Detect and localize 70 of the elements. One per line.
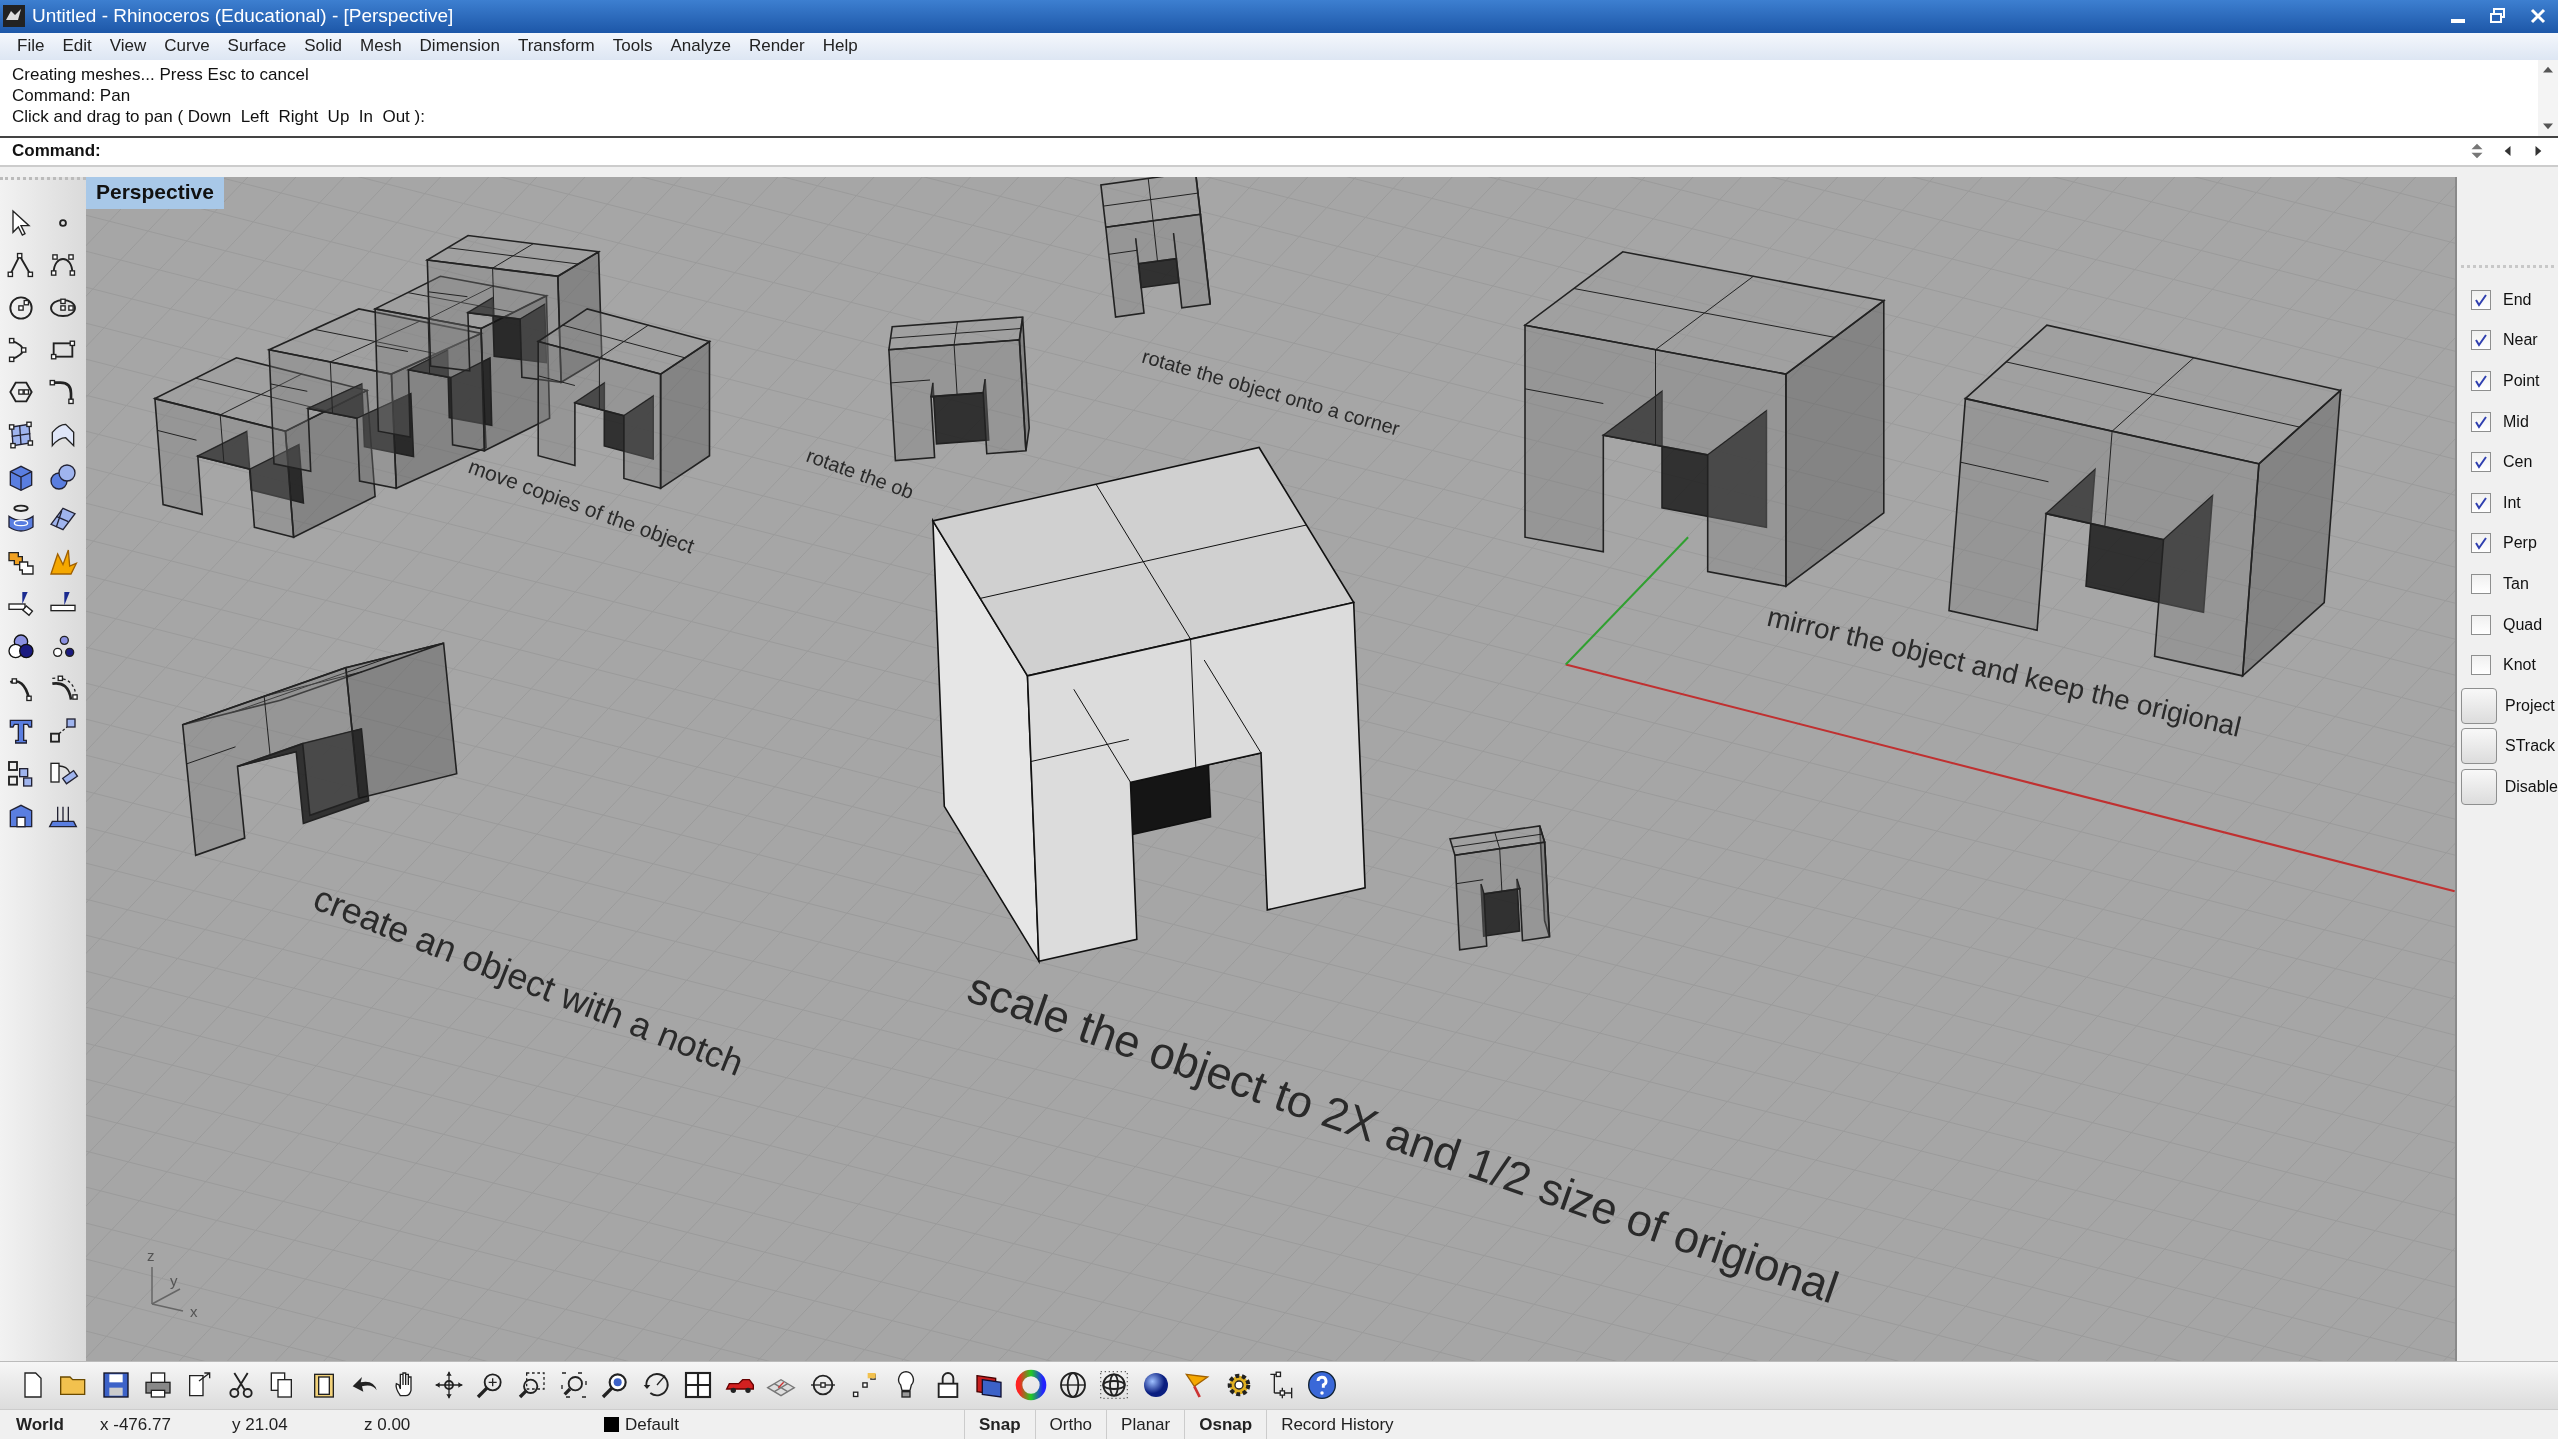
axis-label: y	[170, 1271, 178, 1289]
status-toggle[interactable]: Osnap	[1184, 1410, 1267, 1439]
menu-item[interactable]: View	[100, 36, 156, 57]
osnap-checkbox[interactable]	[2471, 330, 2491, 351]
osnap-checkbox[interactable]	[2471, 492, 2491, 513]
osnap-checkbox[interactable]	[2471, 452, 2491, 473]
menu-item[interactable]: Dimension	[410, 36, 509, 57]
command-prompt-label: Command:	[12, 141, 101, 162]
floor-annotation: mirror the object and keep the origional	[1764, 600, 2245, 743]
osnap-checkbox[interactable]	[2471, 574, 2491, 594]
toggle-label: Project	[2505, 696, 2555, 715]
command-history-line: Click and drag to pan ( Down Left Right Up In Out ):	[12, 106, 426, 127]
status-toggle[interactable]: Ortho	[1034, 1410, 1107, 1439]
toggle-button[interactable]	[2461, 687, 2497, 724]
osnap-label: End	[2503, 290, 2532, 309]
window-title: Untitled - Rhinoceros (Educational) - [Perspective]	[31, 5, 455, 28]
cplane-label[interactable]: World	[0, 1410, 90, 1439]
axis-label: x	[190, 1302, 198, 1320]
x-coordinate: x -476.77	[99, 1413, 172, 1436]
osnap-checkbox[interactable]	[2471, 289, 2491, 310]
menu-item[interactable]: Curve	[155, 36, 219, 57]
menu-item[interactable]: Solid	[295, 36, 351, 57]
status-toggle[interactable]: Planar	[1106, 1410, 1185, 1439]
osnap-label: Point	[2503, 372, 2540, 391]
sphere-grid-icon[interactable]	[1098, 1369, 1131, 1402]
osnap-checkbox[interactable]	[2471, 614, 2491, 635]
osnap-label: Perp	[2503, 534, 2537, 553]
osnap-checkbox[interactable]	[2471, 533, 2491, 554]
floor-annotation: move copies of the object	[465, 454, 698, 558]
menu-item[interactable]: Transform	[508, 36, 604, 57]
floor-annotation: scale the object to 2X and 1/2 size of origional	[961, 961, 1845, 1313]
osnap-label: Near	[2503, 331, 2538, 350]
layer-name[interactable]: Default	[625, 1414, 679, 1435]
osnap-label: Tan	[2503, 575, 2529, 593]
osnap-checkbox[interactable]	[2471, 411, 2491, 432]
minimize-icon	[2451, 19, 2465, 24]
toggle-label: Disable	[2504, 778, 2558, 796]
status-toggle[interactable]: Record History	[1266, 1410, 1408, 1439]
rhino-logo-icon[interactable]	[2, 4, 26, 29]
menu-item[interactable]: Analyze	[661, 36, 740, 57]
menu-item[interactable]: Help	[813, 36, 867, 57]
floor-annotation: rotate the ob	[803, 443, 917, 503]
osnap-label: Quad	[2503, 615, 2543, 634]
command-history-line: Command: Pan	[12, 85, 132, 106]
color-wheel-icon[interactable]	[1015, 1369, 1048, 1402]
command-history-line: Creating meshes... Press Esc to cancel	[12, 64, 310, 85]
menu-item[interactable]: Mesh	[351, 36, 411, 57]
toggle-button[interactable]	[2461, 728, 2497, 765]
osnap-label: Int	[2503, 493, 2521, 512]
menu-item[interactable]: Render	[739, 36, 814, 57]
osnap-label: Mid	[2503, 412, 2529, 431]
osnap-checkbox[interactable]	[2471, 655, 2491, 676]
help-icon[interactable]	[1306, 1369, 1339, 1402]
osnap-checkbox[interactable]	[2471, 371, 2491, 392]
toggle-button[interactable]	[2461, 769, 2497, 805]
status-toggle[interactable]: Snap	[964, 1410, 1035, 1439]
toggle-label: STrack	[2505, 737, 2556, 756]
z-coordinate: z 0.00	[363, 1413, 412, 1436]
osnap-label: Knot	[2503, 656, 2536, 675]
floor-annotation: create an object with a notch	[308, 876, 750, 1084]
axis-label: z	[147, 1246, 155, 1264]
viewport-title-tab[interactable]: Perspective	[86, 176, 224, 209]
menu-item[interactable]: Edit	[53, 36, 101, 57]
menu-item[interactable]: Surface	[218, 36, 296, 57]
axis-triad-icon	[151, 1265, 184, 1312]
menu-item[interactable]: Tools	[603, 36, 662, 57]
menu-item[interactable]: File	[8, 36, 54, 57]
floor-annotation: rotate the object onto a corner	[1139, 344, 1403, 440]
osnap-label: Cen	[2503, 453, 2533, 472]
y-coordinate: y 21.04	[231, 1413, 289, 1436]
